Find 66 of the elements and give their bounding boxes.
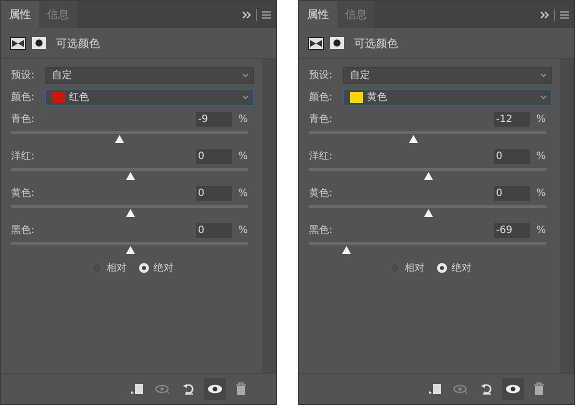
field-label: 预设: [309,69,334,82]
caret-icon [540,72,547,78]
expand-icon[interactable] [242,10,251,18]
menu-icon[interactable] [262,10,271,18]
expand-icon[interactable] [540,10,549,18]
value-field[interactable]: -9 [196,112,232,126]
percent-sign: % [237,150,249,162]
trash-icon [235,382,247,396]
clip-icon [130,383,144,395]
value-field[interactable]: 0 [196,186,232,200]
menu-icon[interactable] [560,10,569,18]
visibility-button[interactable] [502,378,524,400]
reset-icon [182,382,196,396]
color-dropdown[interactable]: 黄色 [343,88,552,106]
scrollbar[interactable] [560,59,574,373]
caret-icon [242,94,249,100]
slider-label: 黄色: [309,186,334,200]
slider-label: 洋红: [309,150,334,163]
percent-sign: % [237,114,249,124]
adjustment-title: 可选颜色 [354,36,398,50]
eye-icon [505,384,521,394]
preset-dropdown[interactable]: 自定 [45,66,254,84]
value-field[interactable]: 0 [494,148,530,164]
adjustment-layer-icon[interactable] [308,36,324,50]
percent-sign: % [237,188,249,198]
preset-dropdown[interactable]: 自定 [343,66,552,84]
percent-sign: % [535,188,547,198]
reset-icon [480,382,494,396]
radio-label: 绝对 [154,262,174,275]
percent-sign: % [535,150,547,162]
value-field[interactable]: 0 [196,148,232,164]
field-label: 预设: [11,69,36,82]
eye-icon [207,384,223,394]
color-dropdown[interactable]: 红色 [45,88,254,106]
percent-sign: % [535,114,547,124]
trash-icon [533,382,545,396]
panel-tab[interactable]: 属性 [299,1,337,28]
caret-icon [242,72,249,78]
adjustment-title: 可选颜色 [56,36,100,50]
adjustment-layer-icon[interactable] [10,36,26,50]
value-field[interactable]: 0 [494,186,530,200]
value-field[interactable]: 0 [196,222,232,238]
eye-icon [453,383,469,395]
mask-icon[interactable] [330,37,344,49]
field-label: 颜色: [309,90,334,104]
slider-label: 洋红: [11,150,36,163]
value-field[interactable]: -69 [494,222,530,238]
slider-label: 黑色: [309,224,334,237]
eye-icon [155,383,171,395]
field-label: 颜色: [11,90,36,104]
slider-label: 青色: [309,112,334,126]
clip-icon [428,383,442,395]
radio-label: 相对 [404,262,424,275]
slider-label: 青色: [11,112,36,126]
scrollbar[interactable] [262,59,276,373]
panel-tab[interactable]: 属性 [1,1,39,28]
value-field[interactable]: -12 [494,112,530,126]
percent-sign: % [535,224,547,236]
visibility-button[interactable] [204,378,226,400]
slider-label: 黑色: [11,224,36,237]
radio-label: 绝对 [452,262,472,275]
radio-label: 相对 [106,262,126,275]
percent-sign: % [237,224,249,236]
caret-icon [540,94,547,100]
mask-icon[interactable] [32,37,46,49]
slider-label: 黄色: [11,186,36,200]
